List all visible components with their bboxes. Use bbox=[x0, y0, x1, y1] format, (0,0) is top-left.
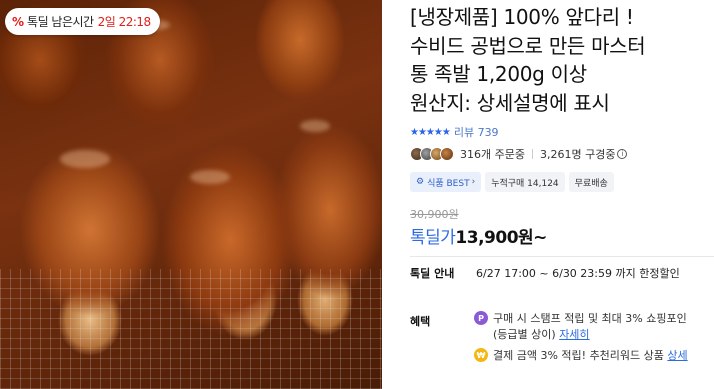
reward-coin-icon: ₩ bbox=[474, 348, 488, 362]
deal-price-label: 톡딜가 bbox=[410, 228, 456, 248]
chip-label: 무료배송 bbox=[574, 178, 608, 189]
product-title: [냉장제품] 100% 앞다리 ! 수비드 공법으로 만든 마스터 통 족발 1… bbox=[410, 3, 714, 117]
free-shipping-chip: 무료배송 bbox=[568, 172, 614, 192]
details-link[interactable]: 상세 bbox=[667, 349, 687, 362]
title-line: [냉장제품] 100% 앞다리 ! bbox=[410, 5, 634, 29]
chevron-right-icon: › bbox=[471, 177, 476, 187]
activity-stats: 316개 주문중 3,261명 구경중 i bbox=[410, 146, 628, 162]
divider bbox=[531, 149, 533, 159]
original-price: 30,900원 bbox=[410, 208, 459, 221]
title-line: 원산지: 상세설명에 표시 bbox=[410, 90, 610, 115]
percent-tag-icon: % bbox=[12, 14, 25, 29]
ordering-count: 316개 주문중 bbox=[460, 148, 525, 161]
timer-value: 2일 22:18 bbox=[97, 15, 152, 29]
product-image[interactable]: % 톡딜 남은시간 2일 22:18 bbox=[0, 0, 382, 389]
buyer-avatars bbox=[410, 147, 454, 161]
title-line: 수비드 공법으로 만든 마스터 bbox=[410, 33, 646, 58]
star-rating-icon: ★★★★★ bbox=[410, 126, 451, 138]
benefit-text: 결제 금액 3% 적립! 추천리워드 상품 bbox=[493, 349, 664, 362]
deal-info-value: 6/27 17:00 ~ 6/30 23:59 까지 한정할인 bbox=[476, 267, 680, 280]
details-link[interactable]: 자세히 bbox=[559, 328, 589, 341]
timer-label: 톡딜 남은시간 bbox=[27, 15, 94, 29]
deal-timer-badge: % 톡딜 남은시간 2일 22:18 bbox=[5, 8, 160, 35]
cumulative-purchase-chip: 누적구매 14,124 bbox=[485, 172, 565, 192]
benefit-text: 구매 시 스탬프 적립 및 최대 3% 쇼핑포인 bbox=[493, 312, 687, 325]
benefits-label: 혜택 bbox=[410, 315, 431, 328]
benefit-item-reward: ₩ 결제 금액 3% 적립! 추천리워드 상품 상세 bbox=[474, 348, 688, 364]
rating-row: ★★★★★ 리뷰 739 bbox=[410, 124, 499, 140]
badge-chips: ⚙ 식품 BEST › 누적구매 14,124 무료배송 bbox=[410, 172, 614, 192]
title-line: 통 족발 1,200g 이상 bbox=[410, 62, 587, 86]
sale-price: 13,900원~ bbox=[455, 228, 547, 248]
viewer-count: 3,261명 구경중 bbox=[539, 148, 616, 161]
review-count-link[interactable]: 리뷰 739 bbox=[454, 124, 499, 140]
deal-info-row: 톡딜 안내 6/27 17:00 ~ 6/30 23:59 까지 한정할인 bbox=[410, 265, 680, 281]
section-divider bbox=[410, 256, 714, 257]
points-icon: P bbox=[474, 311, 488, 325]
info-icon[interactable]: i bbox=[617, 149, 628, 159]
chip-label: 누적구매 14,124 bbox=[491, 178, 559, 189]
food-best-chip[interactable]: ⚙ 식품 BEST › bbox=[410, 172, 482, 192]
avatar bbox=[440, 147, 454, 161]
gear-icon: ⚙ bbox=[416, 177, 425, 187]
deal-info-label: 톡딜 안내 bbox=[410, 267, 455, 280]
benefit-item-points: P 구매 시 스탬프 적립 및 최대 3% 쇼핑포인 (등급별 상이) 자세히 bbox=[474, 311, 687, 343]
sale-price-row: 톡딜가 13,900원~ bbox=[410, 223, 547, 248]
benefit-text: (등급별 상이) bbox=[493, 328, 556, 341]
chip-label: 식품 BEST bbox=[427, 178, 470, 189]
